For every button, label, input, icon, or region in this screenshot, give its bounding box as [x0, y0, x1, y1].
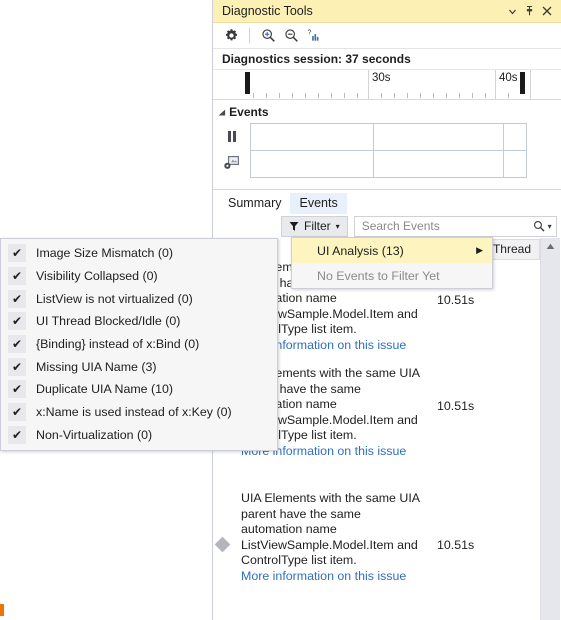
search-input[interactable]: Search Events: [362, 219, 533, 233]
filter-button[interactable]: Filter ▾: [281, 215, 348, 237]
checkbox-checked-icon[interactable]: ✔: [8, 267, 26, 286]
filter-button-label: Filter: [304, 219, 331, 233]
menu-item-no-events: No Events to Filter Yet: [292, 263, 492, 288]
checkbox-checked-icon[interactable]: ✔: [8, 335, 26, 354]
ui-analysis-submenu[interactable]: ✔ Image Size Mismatch (0) ✔ Visibility C…: [0, 238, 278, 452]
submenu-item-binding-instead-of-xbind[interactable]: ✔ {Binding} instead of x:Bind (0): [1, 333, 277, 356]
submenu-item-label: UI Thread Blocked/Idle (0): [36, 314, 181, 329]
submenu-item-label: Duplicate UIA Name (10): [36, 382, 174, 397]
submenu-item-label: Visibility Collapsed (0): [36, 269, 158, 284]
submenu-item-image-size-mismatch[interactable]: ✔ Image Size Mismatch (0): [1, 242, 277, 265]
checkbox-checked-icon[interactable]: ✔: [8, 380, 26, 399]
checkbox-checked-icon[interactable]: ✔: [8, 289, 26, 308]
list-item[interactable]: UIA Elements with the same UIA parent ha…: [214, 491, 474, 585]
submenu-item-label: Missing UIA Name (3): [36, 359, 157, 374]
events-graph-header[interactable]: ◢ Events: [213, 105, 561, 119]
tool-window-title: Diagnostic Tools: [222, 4, 313, 18]
event-timestamp: 10.51s: [437, 538, 475, 552]
event-marker-icon: [214, 536, 231, 553]
event-more-info-link[interactable]: More information on this issue: [241, 569, 421, 585]
ruler-handle-end[interactable]: [520, 72, 525, 94]
checkbox-checked-icon[interactable]: ✔: [8, 425, 26, 444]
menu-item-ui-analysis[interactable]: UI Analysis (13) ▶: [292, 238, 492, 263]
diagnostics-session-label: Diagnostics session: 37 seconds: [213, 49, 561, 70]
detail-tabs: Summary Events: [213, 190, 561, 214]
submenu-item-label: x:Name is used instead of x:Key (0): [36, 405, 232, 420]
ruler-label-40s: 40s: [499, 72, 518, 84]
search-events-box[interactable]: Search Events ▾: [353, 215, 557, 237]
checkbox-checked-icon[interactable]: ✔: [8, 357, 26, 376]
zoom-in-icon[interactable]: [257, 25, 280, 47]
pause-icon[interactable]: [213, 123, 250, 149]
submenu-item-listview-not-virtualized[interactable]: ✔ ListView is not virtualized (0): [1, 287, 277, 310]
window-dropdown-icon[interactable]: [504, 2, 521, 20]
toolbar-separator: [249, 28, 250, 43]
close-icon[interactable]: [538, 2, 555, 20]
event-timestamp: 10.51s: [437, 399, 475, 413]
ruler-label-30s: 30s: [372, 72, 391, 84]
chart-question-icon[interactable]: ?: [303, 25, 326, 47]
pin-icon[interactable]: [521, 2, 538, 20]
event-settings-icon[interactable]: [213, 149, 250, 175]
events-filter-bar: Filter ▾ Search Events ▾: [213, 214, 561, 238]
menu-item-label: UI Analysis (13): [317, 243, 404, 258]
ruler-handle-start[interactable]: [245, 72, 250, 94]
events-graph-grid: [213, 123, 561, 178]
funnel-icon: [289, 221, 299, 232]
checkbox-checked-icon[interactable]: ✔: [8, 403, 26, 422]
events-graph-gutter: [213, 123, 250, 178]
submenu-arrow-icon: ▶: [476, 245, 483, 255]
events-graph-table[interactable]: [250, 123, 527, 178]
submenu-item-label: Image Size Mismatch (0): [36, 246, 174, 261]
menu-item-label: No Events to Filter Yet: [317, 268, 440, 283]
submenu-item-label: {Binding} instead of x:Bind (0): [36, 337, 200, 352]
filter-dropdown-menu[interactable]: UI Analysis (13) ▶ No Events to Filter Y…: [291, 237, 493, 289]
events-graph-title: Events: [229, 105, 269, 119]
tab-events[interactable]: Events: [290, 193, 347, 214]
timeline-ruler[interactable]: 30s 40s: [213, 70, 561, 100]
submenu-item-label: ListView is not virtualized (0): [36, 291, 193, 306]
events-graph-row[interactable]: [250, 150, 527, 178]
editor-change-marker: [0, 604, 4, 616]
events-list-scrollbar[interactable]: [540, 238, 560, 620]
events-graph-section: ◢ Events: [213, 100, 561, 190]
event-description: UIA Elements with the same UIA parent ha…: [241, 491, 420, 568]
event-timestamp: 10.51s: [437, 293, 475, 307]
collapse-triangle-icon[interactable]: ◢: [219, 108, 225, 116]
events-graph-row[interactable]: [250, 123, 527, 151]
diagnostics-toolbar: ?: [213, 23, 561, 49]
checkbox-checked-icon[interactable]: ✔: [8, 312, 26, 331]
zoom-out-icon[interactable]: [280, 25, 303, 47]
submenu-item-non-virtualization[interactable]: ✔ Non-Virtualization (0): [1, 424, 277, 447]
tab-summary[interactable]: Summary: [219, 193, 290, 214]
checkbox-checked-icon[interactable]: ✔: [8, 244, 26, 263]
search-dropdown-icon[interactable]: ▾: [548, 222, 552, 231]
chevron-down-icon: ▾: [335, 221, 340, 231]
submenu-item-visibility-collapsed[interactable]: ✔ Visibility Collapsed (0): [1, 265, 277, 288]
submenu-item-label: Non-Virtualization (0): [36, 427, 153, 442]
tool-window-titlebar: Diagnostic Tools: [213, 0, 561, 23]
gear-icon[interactable]: [220, 25, 243, 47]
scroll-up-arrow-icon[interactable]: [541, 238, 560, 255]
submenu-item-missing-uia-name[interactable]: ✔ Missing UIA Name (3): [1, 355, 277, 378]
submenu-item-duplicate-uia-name[interactable]: ✔ Duplicate UIA Name (10): [1, 378, 277, 401]
screenshot-root: Diagnostic Tools ? Diagnostics session: …: [0, 0, 561, 620]
submenu-item-ui-thread-blocked[interactable]: ✔ UI Thread Blocked/Idle (0): [1, 310, 277, 333]
submenu-item-xname-instead-of-xkey[interactable]: ✔ x:Name is used instead of x:Key (0): [1, 401, 277, 424]
svg-text:?: ?: [307, 30, 311, 37]
magnifier-icon[interactable]: [533, 220, 545, 232]
